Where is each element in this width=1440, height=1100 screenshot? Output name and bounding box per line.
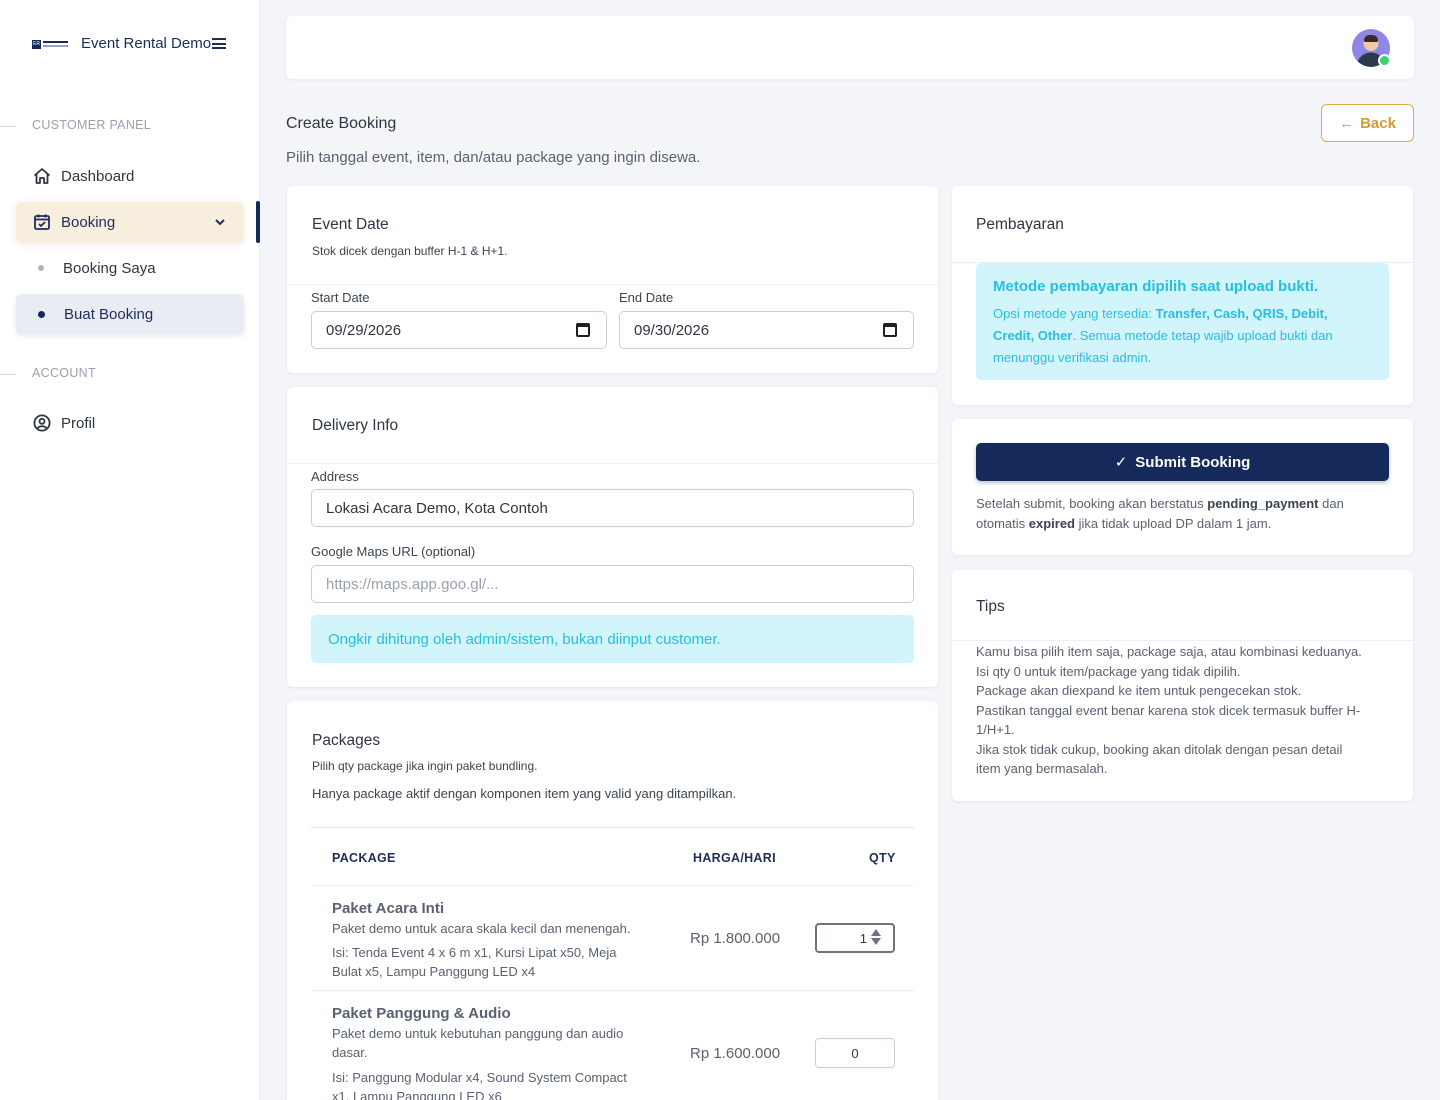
alert-body: Opsi metode yang tersedia: Transfer, Cas… <box>993 306 1333 365</box>
method-credit: Credit <box>993 328 1031 343</box>
tips-list: Kamu bisa pilih item saja, package saja,… <box>976 642 1366 779</box>
package-price: Rp 1.800.000 <box>690 930 781 947</box>
package-description: Paket demo untuk acara skala kecil dan m… <box>332 921 631 936</box>
event-date-card: Event Date Stok dicek dengan buffer H-1 … <box>287 186 938 373</box>
alert-title: Metode pembayaran dipilih saat upload bu… <box>993 278 1319 295</box>
sidebar-subitem-booking-saya[interactable]: Booking Saya <box>16 248 244 288</box>
home-icon <box>32 166 52 186</box>
method-transfer: Transfer <box>1155 306 1207 321</box>
qty-stepper[interactable]: 0 <box>815 1038 895 1068</box>
page-subtitle: Pilih tanggal event, item, dan/atau pack… <box>286 149 701 166</box>
card-title: Pembayaran <box>976 216 1064 233</box>
start-date-input[interactable]: 09/29/2026 <box>311 311 607 349</box>
logo-icon: ER <box>32 39 68 49</box>
sidebar-subitem-label: Booking Saya <box>63 259 156 277</box>
packages-note: Hanya package aktif dengan komponen item… <box>312 786 737 801</box>
chevron-down-icon <box>214 215 226 232</box>
payment-info-alert: Metode pembayaran dipilih saat upload bu… <box>976 263 1389 380</box>
sidebar-subitem-label: Buat Booking <box>64 305 154 323</box>
tip-line: Package akan diexpand ke item untuk peng… <box>976 683 1302 698</box>
back-button[interactable]: ← Back <box>1321 104 1414 142</box>
address-input[interactable]: Lokasi Acara Demo, Kota Contoh <box>311 489 914 527</box>
tip-line: Pastikan tanggal event benar karena stok… <box>976 702 1361 738</box>
package-name: Paket Acara Inti <box>332 900 444 917</box>
section-customer-panel: CUSTOMER PANEL <box>0 118 152 132</box>
package-name: Paket Panggung & Audio <box>332 1005 511 1022</box>
card-title: Tips <box>976 598 1005 615</box>
sidebar-item-label: Booking <box>61 213 116 231</box>
column-header-qty: QTY <box>869 851 896 865</box>
status-pending: pending_payment <box>1207 496 1319 511</box>
arrow-left-icon: ← <box>1339 114 1355 132</box>
shipping-notice: Ongkir dihitung oleh admin/sistem, bukan… <box>311 615 914 663</box>
method-debit: Debit <box>1291 306 1324 321</box>
address-label: Address <box>311 469 359 484</box>
calendar-check-icon <box>32 212 52 232</box>
bullet-icon <box>38 265 44 271</box>
sidebar-item-label: Profil <box>61 414 96 432</box>
sidebar-item-profil[interactable]: Profil <box>16 403 244 443</box>
card-title: Event Date <box>312 216 389 233</box>
column-header-package: PACKAGE <box>332 851 396 865</box>
method-qris: QRIS <box>1252 306 1285 321</box>
card-title: Delivery Info <box>312 417 399 434</box>
tip-line: Jika stok tidak cukup, booking akan dito… <box>976 741 1343 777</box>
spinner-icon[interactable] <box>871 929 881 945</box>
tips-card: Tips Kamu bisa pilih item saja, package … <box>952 570 1413 801</box>
method-cash: Cash <box>1213 306 1246 321</box>
submit-note: Setelah submit, booking akan berstatus p… <box>976 496 1344 531</box>
card-title: Packages <box>312 732 381 749</box>
section-account: ACCOUNT <box>0 366 96 380</box>
end-date-input[interactable]: 09/30/2026 <box>619 311 914 349</box>
sidebar-item-dashboard[interactable]: Dashboard <box>16 156 244 196</box>
page-title: Create Booking <box>286 115 397 132</box>
package-contents: Isi: Tenda Event 4 x 6 m x1, Kursi Lipat… <box>332 945 617 979</box>
maps-url-input[interactable]: https://maps.app.goo.gl/... <box>311 565 914 603</box>
sidebar-item-booking[interactable]: Booking <box>16 202 244 242</box>
payment-card: Pembayaran Metode pembayaran dipilih saa… <box>952 186 1413 405</box>
status-expired: expired <box>1028 515 1075 531</box>
topbar <box>286 16 1414 79</box>
check-icon: ✓ <box>1114 454 1128 471</box>
package-contents: Isi: Panggung Modular x4, Sound System C… <box>332 1070 627 1100</box>
packages-card: Packages Pilih qty package jika ingin pa… <box>287 701 938 1100</box>
sidebar: ER Event Rental Demo CUSTOMER PANEL Dash… <box>0 0 260 1100</box>
package-description: Paket demo untuk kebutuhan panggung dan … <box>332 1026 624 1060</box>
calendar-icon[interactable] <box>576 323 590 337</box>
bullet-icon <box>38 310 45 318</box>
start-date-label: Start Date <box>311 290 370 305</box>
submit-card: ✓ Submit Booking Setelah submit, booking… <box>952 419 1413 555</box>
maps-url-label: Google Maps URL (optional) <box>311 544 476 559</box>
user-circle-icon <box>32 413 52 433</box>
tip-line: Isi qty 0 untuk item/package yang tidak … <box>976 663 1241 679</box>
submit-booking-button[interactable]: ✓ Submit Booking <box>976 443 1389 481</box>
method-other: Other <box>1037 328 1073 343</box>
card-description: Pilih qty package jika ingin paket bundl… <box>312 759 538 773</box>
calendar-icon[interactable] <box>883 323 897 337</box>
tip-line: Kamu bisa pilih item saja, package saja,… <box>976 644 1362 659</box>
active-indicator <box>256 201 260 243</box>
end-date-label: End Date <box>619 290 674 305</box>
brand-title[interactable]: Event Rental Demo <box>81 35 211 52</box>
package-price: Rp 1.600.000 <box>690 1045 781 1062</box>
card-description: Stok dicek dengan buffer H-1 & H+1. <box>312 244 508 258</box>
column-header-price: HARGA/HARI <box>693 851 776 865</box>
hamburger-menu-icon[interactable] <box>212 38 226 49</box>
sidebar-subitem-buat-booking[interactable]: Buat Booking <box>16 294 244 334</box>
brand-logo[interactable]: ER <box>32 34 68 54</box>
user-avatar[interactable] <box>1352 29 1391 67</box>
delivery-info-card: Delivery Info Address Lokasi Acara Demo,… <box>287 387 938 687</box>
sidebar-item-label: Dashboard <box>61 167 135 185</box>
qty-stepper[interactable]: 1 <box>815 923 895 953</box>
